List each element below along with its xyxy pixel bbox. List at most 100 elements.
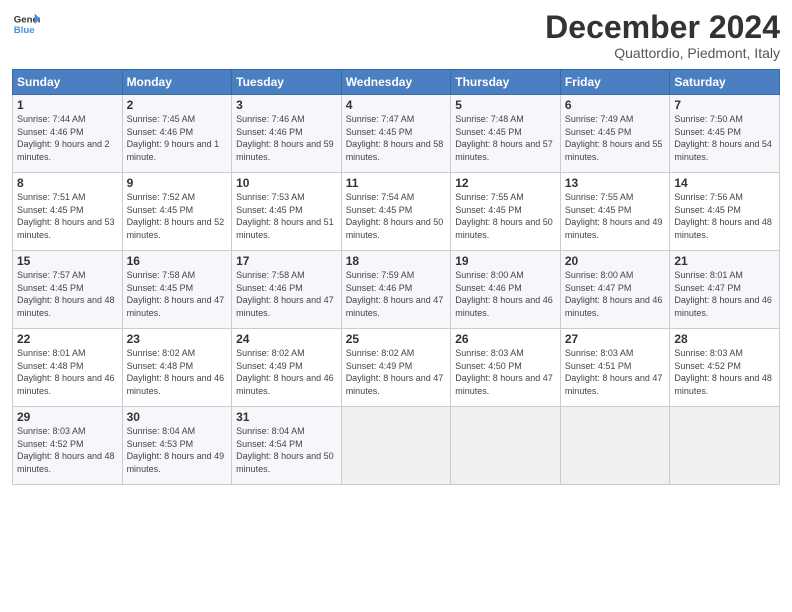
day-detail: Sunrise: 7:49 AMSunset: 4:45 PMDaylight:… <box>565 114 663 162</box>
main-container: General Blue December 2024 Quattordio, P… <box>0 0 792 495</box>
calendar-cell: 26 Sunrise: 8:03 AMSunset: 4:50 PMDaylig… <box>451 329 561 407</box>
day-detail: Sunrise: 8:00 AMSunset: 4:47 PMDaylight:… <box>565 270 663 318</box>
day-number: 4 <box>346 98 447 112</box>
calendar-cell: 30 Sunrise: 8:04 AMSunset: 4:53 PMDaylig… <box>122 407 232 485</box>
day-number: 7 <box>674 98 775 112</box>
calendar-cell: 16 Sunrise: 7:58 AMSunset: 4:45 PMDaylig… <box>122 251 232 329</box>
day-number: 26 <box>455 332 556 346</box>
day-detail: Sunrise: 8:03 AMSunset: 4:52 PMDaylight:… <box>17 426 115 474</box>
day-detail: Sunrise: 7:58 AMSunset: 4:45 PMDaylight:… <box>127 270 225 318</box>
calendar-cell: 4 Sunrise: 7:47 AMSunset: 4:45 PMDayligh… <box>341 95 451 173</box>
day-number: 31 <box>236 410 337 424</box>
calendar-cell: 25 Sunrise: 8:02 AMSunset: 4:49 PMDaylig… <box>341 329 451 407</box>
calendar-cell: 14 Sunrise: 7:56 AMSunset: 4:45 PMDaylig… <box>670 173 780 251</box>
calendar-cell: 9 Sunrise: 7:52 AMSunset: 4:45 PMDayligh… <box>122 173 232 251</box>
calendar-week-1: 1 Sunrise: 7:44 AMSunset: 4:46 PMDayligh… <box>13 95 780 173</box>
day-detail: Sunrise: 8:03 AMSunset: 4:50 PMDaylight:… <box>455 348 553 396</box>
calendar-cell: 15 Sunrise: 7:57 AMSunset: 4:45 PMDaylig… <box>13 251 123 329</box>
day-detail: Sunrise: 8:04 AMSunset: 4:53 PMDaylight:… <box>127 426 225 474</box>
calendar-cell: 27 Sunrise: 8:03 AMSunset: 4:51 PMDaylig… <box>560 329 670 407</box>
calendar-cell: 11 Sunrise: 7:54 AMSunset: 4:45 PMDaylig… <box>341 173 451 251</box>
logo: General Blue <box>12 10 40 38</box>
svg-text:Blue: Blue <box>14 25 35 36</box>
day-detail: Sunrise: 7:51 AMSunset: 4:45 PMDaylight:… <box>17 192 115 240</box>
header: General Blue December 2024 Quattordio, P… <box>12 10 780 61</box>
day-detail: Sunrise: 8:02 AMSunset: 4:48 PMDaylight:… <box>127 348 225 396</box>
calendar-cell: 6 Sunrise: 7:49 AMSunset: 4:45 PMDayligh… <box>560 95 670 173</box>
day-detail: Sunrise: 8:04 AMSunset: 4:54 PMDaylight:… <box>236 426 334 474</box>
calendar-cell <box>341 407 451 485</box>
day-number: 3 <box>236 98 337 112</box>
calendar-week-4: 22 Sunrise: 8:01 AMSunset: 4:48 PMDaylig… <box>13 329 780 407</box>
calendar-cell: 10 Sunrise: 7:53 AMSunset: 4:45 PMDaylig… <box>232 173 342 251</box>
day-detail: Sunrise: 7:53 AMSunset: 4:45 PMDaylight:… <box>236 192 334 240</box>
col-header-sunday: Sunday <box>13 70 123 95</box>
day-number: 8 <box>17 176 118 190</box>
calendar-cell: 1 Sunrise: 7:44 AMSunset: 4:46 PMDayligh… <box>13 95 123 173</box>
day-number: 14 <box>674 176 775 190</box>
day-detail: Sunrise: 7:48 AMSunset: 4:45 PMDaylight:… <box>455 114 553 162</box>
day-detail: Sunrise: 7:58 AMSunset: 4:46 PMDaylight:… <box>236 270 334 318</box>
calendar-cell: 5 Sunrise: 7:48 AMSunset: 4:45 PMDayligh… <box>451 95 561 173</box>
calendar-cell: 22 Sunrise: 8:01 AMSunset: 4:48 PMDaylig… <box>13 329 123 407</box>
day-number: 28 <box>674 332 775 346</box>
calendar-week-3: 15 Sunrise: 7:57 AMSunset: 4:45 PMDaylig… <box>13 251 780 329</box>
calendar-cell: 20 Sunrise: 8:00 AMSunset: 4:47 PMDaylig… <box>560 251 670 329</box>
day-detail: Sunrise: 8:02 AMSunset: 4:49 PMDaylight:… <box>236 348 334 396</box>
day-number: 12 <box>455 176 556 190</box>
day-number: 24 <box>236 332 337 346</box>
calendar-cell: 18 Sunrise: 7:59 AMSunset: 4:46 PMDaylig… <box>341 251 451 329</box>
day-detail: Sunrise: 7:54 AMSunset: 4:45 PMDaylight:… <box>346 192 444 240</box>
calendar-cell: 31 Sunrise: 8:04 AMSunset: 4:54 PMDaylig… <box>232 407 342 485</box>
day-detail: Sunrise: 8:03 AMSunset: 4:52 PMDaylight:… <box>674 348 772 396</box>
day-detail: Sunrise: 7:57 AMSunset: 4:45 PMDaylight:… <box>17 270 115 318</box>
calendar-cell: 8 Sunrise: 7:51 AMSunset: 4:45 PMDayligh… <box>13 173 123 251</box>
title-block: December 2024 Quattordio, Piedmont, Ital… <box>545 10 780 61</box>
day-detail: Sunrise: 8:00 AMSunset: 4:46 PMDaylight:… <box>455 270 553 318</box>
day-number: 23 <box>127 332 228 346</box>
day-detail: Sunrise: 7:55 AMSunset: 4:45 PMDaylight:… <box>455 192 553 240</box>
calendar-cell: 28 Sunrise: 8:03 AMSunset: 4:52 PMDaylig… <box>670 329 780 407</box>
day-number: 30 <box>127 410 228 424</box>
calendar-cell: 13 Sunrise: 7:55 AMSunset: 4:45 PMDaylig… <box>560 173 670 251</box>
day-number: 18 <box>346 254 447 268</box>
day-number: 9 <box>127 176 228 190</box>
day-number: 20 <box>565 254 666 268</box>
day-number: 22 <box>17 332 118 346</box>
calendar-cell: 23 Sunrise: 8:02 AMSunset: 4:48 PMDaylig… <box>122 329 232 407</box>
calendar-week-5: 29 Sunrise: 8:03 AMSunset: 4:52 PMDaylig… <box>13 407 780 485</box>
day-number: 1 <box>17 98 118 112</box>
day-number: 10 <box>236 176 337 190</box>
col-header-saturday: Saturday <box>670 70 780 95</box>
calendar-week-2: 8 Sunrise: 7:51 AMSunset: 4:45 PMDayligh… <box>13 173 780 251</box>
day-number: 16 <box>127 254 228 268</box>
day-detail: Sunrise: 8:01 AMSunset: 4:47 PMDaylight:… <box>674 270 772 318</box>
day-detail: Sunrise: 7:52 AMSunset: 4:45 PMDaylight:… <box>127 192 225 240</box>
location-subtitle: Quattordio, Piedmont, Italy <box>545 45 780 61</box>
calendar-cell: 29 Sunrise: 8:03 AMSunset: 4:52 PMDaylig… <box>13 407 123 485</box>
day-detail: Sunrise: 7:46 AMSunset: 4:46 PMDaylight:… <box>236 114 334 162</box>
day-detail: Sunrise: 7:44 AMSunset: 4:46 PMDaylight:… <box>17 114 110 162</box>
col-header-friday: Friday <box>560 70 670 95</box>
calendar-cell: 12 Sunrise: 7:55 AMSunset: 4:45 PMDaylig… <box>451 173 561 251</box>
day-number: 13 <box>565 176 666 190</box>
day-number: 6 <box>565 98 666 112</box>
day-number: 2 <box>127 98 228 112</box>
day-detail: Sunrise: 7:47 AMSunset: 4:45 PMDaylight:… <box>346 114 444 162</box>
day-detail: Sunrise: 7:56 AMSunset: 4:45 PMDaylight:… <box>674 192 772 240</box>
logo-icon: General Blue <box>12 10 40 38</box>
calendar-table: SundayMondayTuesdayWednesdayThursdayFrid… <box>12 69 780 485</box>
day-detail: Sunrise: 7:59 AMSunset: 4:46 PMDaylight:… <box>346 270 444 318</box>
header-row: SundayMondayTuesdayWednesdayThursdayFrid… <box>13 70 780 95</box>
day-detail: Sunrise: 8:03 AMSunset: 4:51 PMDaylight:… <box>565 348 663 396</box>
day-number: 29 <box>17 410 118 424</box>
day-detail: Sunrise: 8:02 AMSunset: 4:49 PMDaylight:… <box>346 348 444 396</box>
calendar-cell <box>560 407 670 485</box>
day-detail: Sunrise: 7:45 AMSunset: 4:46 PMDaylight:… <box>127 114 220 162</box>
calendar-cell: 21 Sunrise: 8:01 AMSunset: 4:47 PMDaylig… <box>670 251 780 329</box>
calendar-cell <box>451 407 561 485</box>
day-number: 15 <box>17 254 118 268</box>
day-detail: Sunrise: 8:01 AMSunset: 4:48 PMDaylight:… <box>17 348 115 396</box>
calendar-cell: 19 Sunrise: 8:00 AMSunset: 4:46 PMDaylig… <box>451 251 561 329</box>
calendar-cell: 24 Sunrise: 8:02 AMSunset: 4:49 PMDaylig… <box>232 329 342 407</box>
